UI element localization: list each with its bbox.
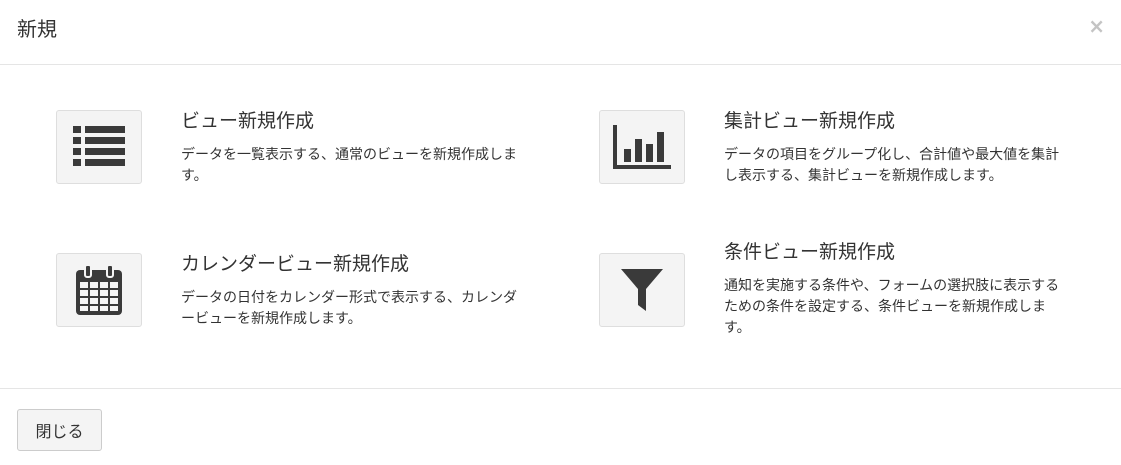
option-description: データの項目をグループ化し、合計値や最大値を集計し表示する、集計ビューを新規作成… (724, 147, 1060, 184)
filter-icon (621, 269, 663, 311)
option-new-aggregate-view[interactable]: 集計ビュー新規作成 データの項目をグループ化し、合計値や最大値を集計し表示する、… (599, 110, 1079, 220)
bar-chart-icon (613, 125, 671, 169)
option-icon-box[interactable] (599, 110, 685, 184)
option-new-view[interactable]: ビュー新規作成 データを一覧表示する、通常のビューを新規作成します。 (56, 110, 536, 220)
option-new-condition-view[interactable]: 条件ビュー新規作成 通知を実施する条件や、フォームの選択肢に表示するための条件を… (599, 241, 1079, 363)
option-description: データの日付をカレンダー形式で表示する、カレンダービューを新規作成します。 (181, 290, 517, 327)
new-view-modal: 新規 × ビュー新規作成 データを一覧表示する、通常のビューを新規作成します。 (0, 0, 1121, 465)
modal-header: 新規 × (0, 0, 1121, 65)
option-description: データを一覧表示する、通常のビューを新規作成します。 (181, 147, 517, 184)
calendar-icon (76, 265, 122, 315)
modal-body: ビュー新規作成 データを一覧表示する、通常のビューを新規作成します。 集計ビュー… (0, 65, 1121, 388)
option-title[interactable]: ビュー新規作成 (181, 109, 314, 133)
close-icon[interactable]: × (1088, 14, 1105, 38)
option-icon-box[interactable] (56, 253, 142, 327)
modal-title: 新規 (17, 17, 57, 41)
modal-footer: 閉じる (0, 388, 1121, 465)
list-icon (73, 126, 125, 166)
close-button[interactable]: 閉じる (17, 409, 102, 451)
option-new-calendar-view[interactable]: カレンダービュー新規作成 データの日付をカレンダー形式で表示する、カレンダービュ… (56, 253, 536, 363)
option-description: 通知を実施する条件や、フォームの選択肢に表示するための条件を設定する、条件ビュー… (724, 278, 1060, 336)
option-icon-box[interactable] (599, 253, 685, 327)
option-title[interactable]: カレンダービュー新規作成 (181, 252, 409, 276)
option-icon-box[interactable] (56, 110, 142, 184)
option-title[interactable]: 条件ビュー新規作成 (724, 240, 895, 264)
option-title[interactable]: 集計ビュー新規作成 (724, 109, 895, 133)
